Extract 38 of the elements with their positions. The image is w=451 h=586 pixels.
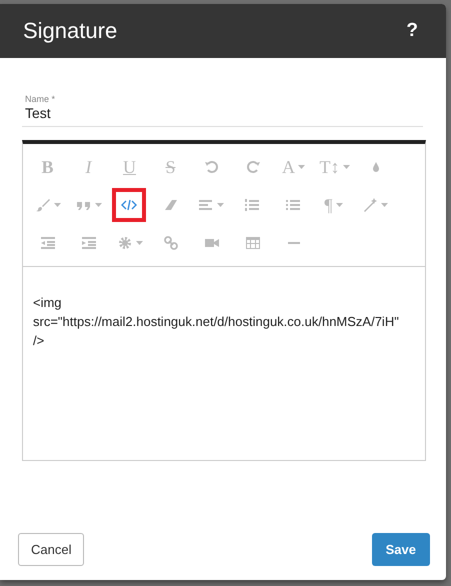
table-icon	[244, 236, 260, 250]
wand-icon	[362, 198, 378, 212]
gear-icon	[116, 236, 132, 250]
link-icon	[162, 236, 178, 250]
toolbar-button[interactable]: S	[150, 150, 191, 184]
toolbar-button[interactable]: I	[68, 150, 109, 184]
video-camera-icon	[204, 236, 220, 250]
dialog-title: Signature	[23, 18, 118, 44]
numbered-list-icon	[244, 198, 260, 212]
caret-icon	[298, 165, 305, 169]
toolbar-button[interactable]: A	[273, 150, 314, 184]
field-label: Name *	[25, 94, 56, 104]
toolbar-button[interactable]: U	[109, 150, 150, 184]
bullet-list-icon	[284, 198, 300, 212]
caret-icon	[136, 241, 142, 245]
caret-icon	[342, 165, 350, 169]
save-button[interactable]: Save	[372, 533, 430, 566]
caret-icon	[54, 203, 60, 207]
caret-icon	[216, 203, 224, 207]
editor-text[interactable]: <img src="https://mail2.hostinguk.net/d/hostinguk.co.uk/hnMSzA/7iH" />	[23, 267, 425, 350]
toolbar-button[interactable]: ¶	[313, 188, 354, 222]
align-icon	[198, 198, 214, 212]
toolbar-button[interactable]	[112, 188, 146, 222]
brush-icon	[34, 198, 50, 212]
name-field[interactable]: Name * Test	[22, 94, 423, 127]
toolbar-button[interactable]: T↕	[314, 150, 355, 184]
cancel-button[interactable]: Cancel	[18, 533, 84, 566]
indent-icon	[80, 236, 96, 250]
help-button[interactable]: ?	[406, 20, 418, 42]
caret-icon	[380, 203, 388, 207]
code-icon	[121, 198, 137, 212]
caret-icon	[336, 203, 343, 207]
toolbar-button[interactable]: B	[27, 150, 68, 184]
outdent-icon	[40, 236, 56, 250]
redo-icon	[244, 160, 260, 174]
field-value: Test	[25, 105, 52, 121]
undo-icon	[204, 160, 220, 174]
caret-icon	[94, 203, 102, 207]
